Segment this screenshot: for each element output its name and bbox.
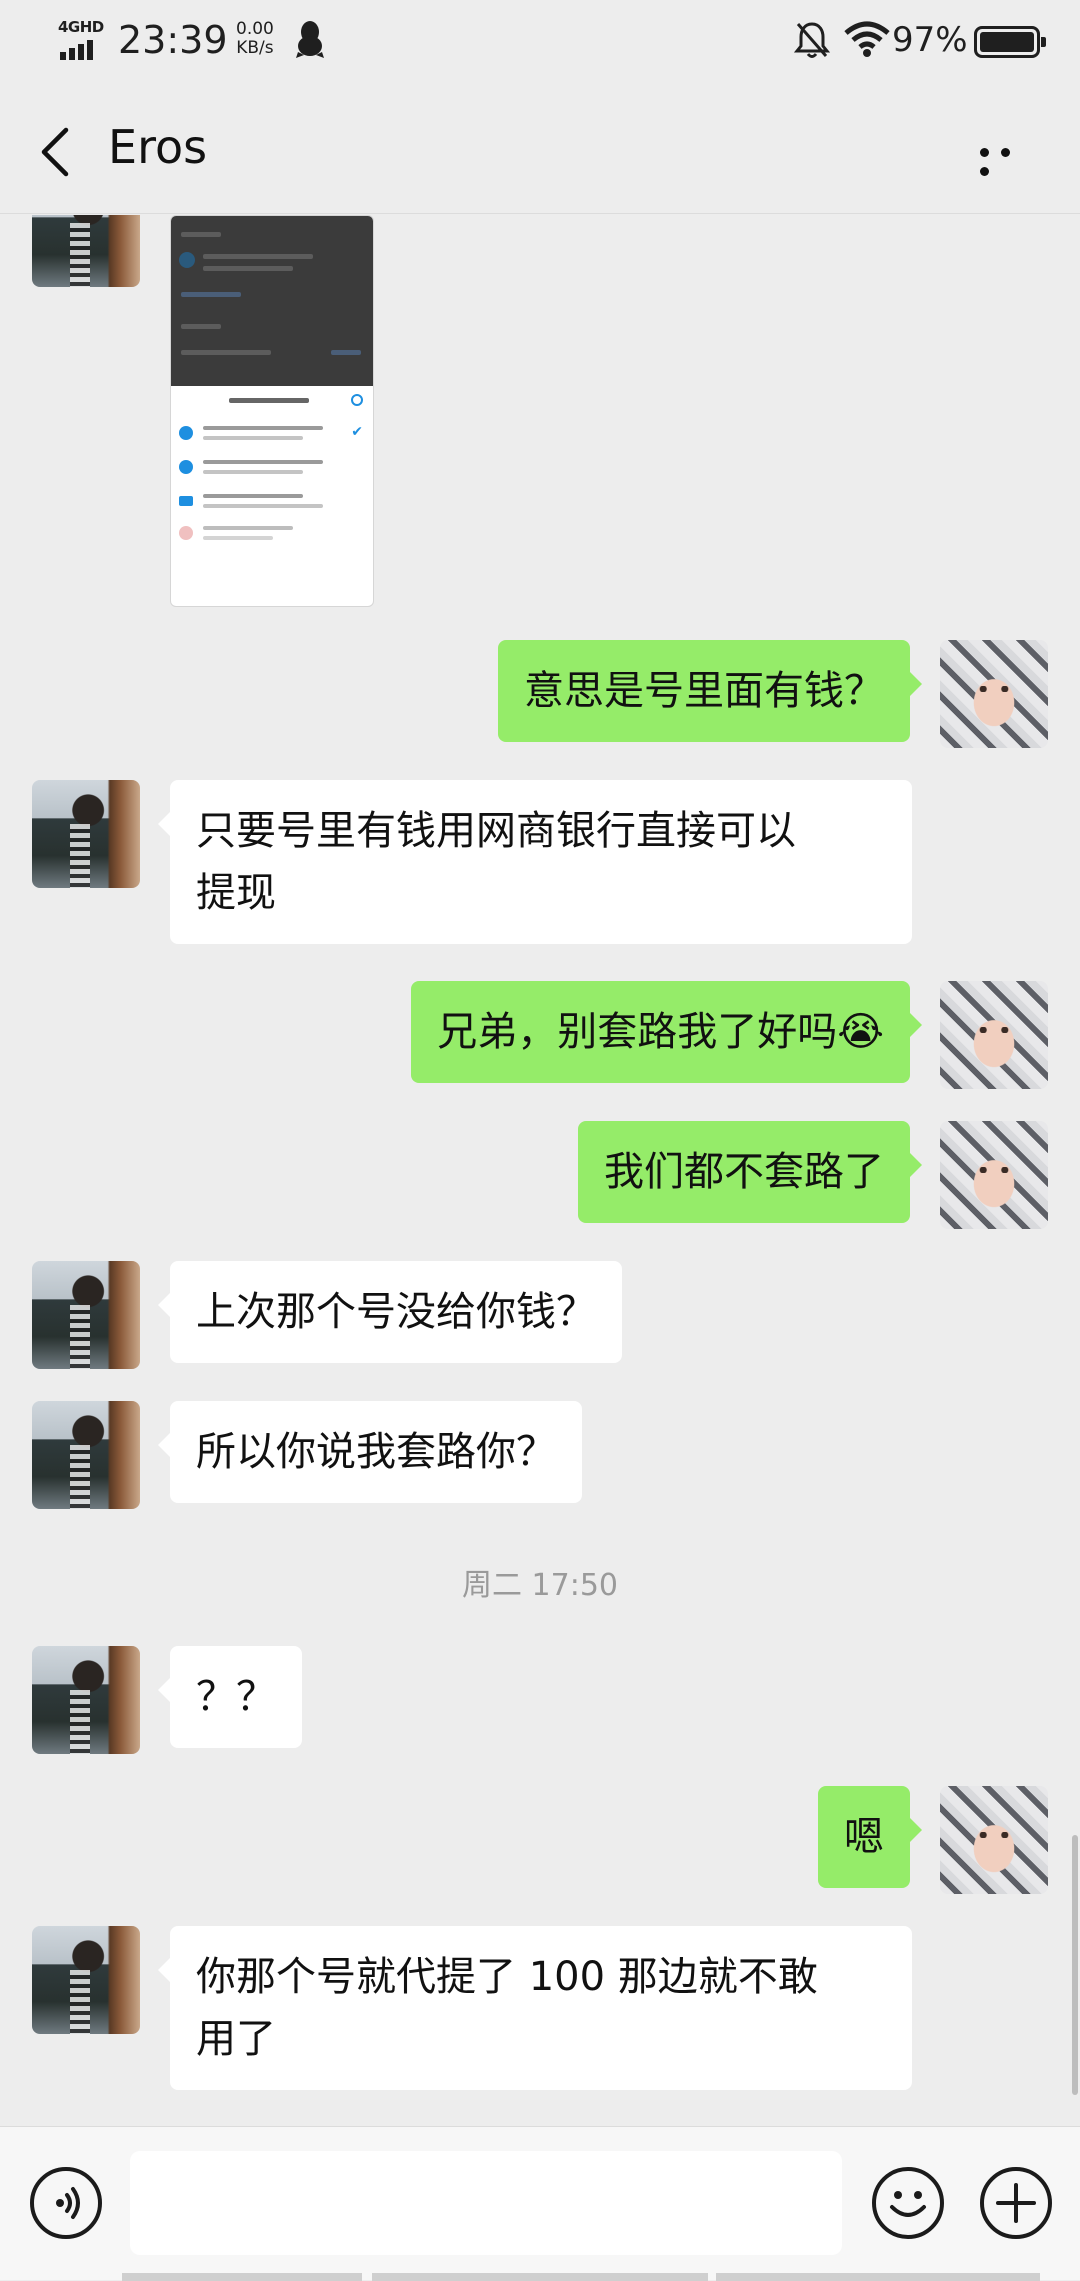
battery-icon	[974, 26, 1046, 58]
emoji-button[interactable]	[872, 2167, 944, 2239]
status-time: 23:39	[118, 18, 228, 62]
chat-timestamp: 周二 17:50	[462, 1568, 618, 1603]
message-bubble-received[interactable]: 所以你说我套路你？	[158, 1401, 582, 1503]
network-type: 4GHD	[58, 18, 104, 36]
network-speed-unit: KB/s	[236, 38, 274, 58]
my-avatar[interactable]	[940, 640, 1048, 748]
chat-header: Eros	[0, 82, 1080, 214]
image-message[interactable]: ✔	[170, 215, 374, 607]
my-avatar[interactable]	[940, 1121, 1048, 1229]
smiley-icon	[890, 2191, 926, 2217]
message-bubble-sent[interactable]: 嗯	[818, 1786, 922, 1888]
message-bubble-sent[interactable]: 兄弟，别套路我了好吗😭	[411, 981, 922, 1083]
chat-scrollbar[interactable]	[1072, 1835, 1078, 2095]
network-speed: 0.00 KB/s	[236, 20, 274, 58]
my-avatar[interactable]	[940, 1786, 1048, 1894]
message-list[interactable]: ✔ 意思是号里面有钱？ 只要号里有钱用网商银行直接可以 提现 兄弟，别套路我了好…	[0, 215, 1080, 2125]
back-arrow-icon[interactable]	[36, 124, 76, 180]
plus-icon	[996, 2183, 1036, 2223]
message-bubble-sent[interactable]: 我们都不套路了	[578, 1121, 922, 1223]
chat-title: Eros	[108, 120, 208, 174]
contact-avatar[interactable]	[32, 1646, 140, 1754]
more-options-icon[interactable]	[980, 142, 1032, 176]
wifi-icon	[844, 21, 890, 57]
contact-avatar[interactable]	[32, 215, 140, 287]
more-functions-button[interactable]	[980, 2167, 1052, 2239]
message-bubble-received[interactable]: 只要号里有钱用网商银行直接可以 提现	[158, 780, 912, 944]
message-line: 用了	[196, 2016, 276, 2062]
my-avatar[interactable]	[940, 981, 1048, 1089]
input-bar	[0, 2126, 1080, 2281]
contact-avatar[interactable]	[32, 1261, 140, 1369]
qq-penguin-icon	[296, 21, 324, 58]
message-line: 提现	[196, 870, 276, 916]
battery-level: 97%	[892, 20, 968, 60]
network-speed-value: 0.00	[236, 19, 274, 39]
message-bubble-received[interactable]: 你那个号就代提了 100 那边就不敢 用了	[158, 1926, 912, 2090]
message-bubble-received[interactable]: ？？	[158, 1646, 302, 1748]
message-line: 你那个号就代提了 100 那边就不敢	[196, 1954, 818, 2000]
voice-input-button[interactable]	[30, 2167, 102, 2239]
mute-bell-icon	[794, 22, 830, 58]
voice-icon	[56, 2187, 80, 2219]
cellular-signal-icon: 4GHD	[58, 18, 104, 60]
message-line: 只要号里有钱用网商银行直接可以	[196, 808, 796, 854]
message-bubble-sent[interactable]: 意思是号里面有钱？	[498, 640, 922, 742]
contact-avatar[interactable]	[32, 1401, 140, 1509]
contact-avatar[interactable]	[32, 1926, 140, 2034]
contact-avatar[interactable]	[32, 780, 140, 888]
status-bar: 4GHD 23:39 0.00 KB/s 97%	[0, 0, 1080, 82]
message-input[interactable]	[130, 2151, 842, 2255]
message-bubble-received[interactable]: 上次那个号没给你钱？	[158, 1261, 622, 1363]
